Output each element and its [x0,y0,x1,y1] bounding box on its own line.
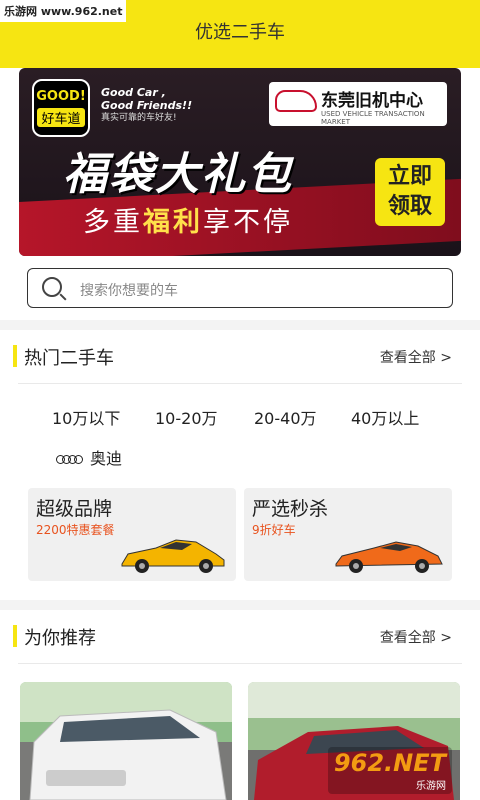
partner-brand: 东莞旧机中心 USED VEHICLE TRANSACTION MARKET [269,82,447,126]
slogan-cn: 真实可靠的车好友! [101,113,177,123]
logo-good-text: GOOD! [36,89,86,104]
partner-brand-en: USED VEHICLE TRANSACTION MARKET [321,110,425,126]
promo-subtitle: 2200特惠套餐 [36,523,115,537]
slogan-line1: Good Car , [101,86,166,99]
slogan-line2: Good Friends!! [101,99,193,112]
watermark-brand: 962.NET [333,749,446,777]
hot-section-title: 热门二手车 [24,348,114,369]
banner-slogan: Good Car , Good Friends!! 真实可靠的车好友! [101,86,192,125]
promo-banner[interactable]: GOOD! 好车道 Good Car , Good Friends!! 真实可靠… [19,68,461,256]
recommend-section-title: 为你推荐 [24,628,96,649]
divider [18,663,462,664]
promo-title: 超级品牌 [36,498,113,520]
sub-prefix: 多重 [83,207,143,238]
price-filter-10-20w[interactable]: 10-20万 [155,405,218,429]
search-placeholder: 搜索你想要的车 [80,283,178,299]
car-logo-icon [275,90,317,112]
sports-car-icon [121,539,225,573]
logo-cn-text: 好车道 [37,108,85,127]
suv-photo-image [20,682,232,800]
promo-card-flash-sale[interactable]: 严选秒杀 9折好车 [244,488,452,581]
promo-title: 严选秒杀 [252,498,329,520]
section-marker [13,625,17,647]
banner-subheadline: 多重福利享不停 [83,200,293,239]
car-listing-photo[interactable]: 962.NET 乐游网 [248,682,460,800]
brand-filter-label: 奥迪 [90,449,123,468]
hot-view-all-link[interactable]: 查看全部 > [380,347,452,367]
app-logo: GOOD! 好车道 [32,79,90,137]
sub-suffix: 享不停 [203,207,293,238]
price-filter-over-40w[interactable]: 40万以上 [351,405,419,429]
divider [18,383,462,384]
promo-card-super-brand[interactable]: 超级品牌 2200特惠套餐 [28,488,236,581]
brand-filter-audi[interactable]: 奥迪 [56,445,122,469]
brand-watermark: 962.NET 乐游网 [327,747,452,794]
sub-highlight: 福利 [143,207,203,238]
price-filter-20-40w[interactable]: 20-40万 [254,405,317,429]
partner-brand-name: 东莞旧机中心 [321,91,423,111]
watermark-sub: 乐游网 [416,781,446,792]
promo-subtitle: 9折好车 [252,523,296,537]
audi-logo-icon [56,454,83,465]
banner-headline: 福袋大礼包 [63,149,293,200]
recommend-view-all-link[interactable]: 查看全部 > [380,627,452,647]
claim-button[interactable]: 立即 领取 [375,158,445,226]
claim-line2: 领取 [387,194,432,219]
section-marker [13,345,17,367]
sports-car-icon [335,541,443,573]
search-input[interactable]: 搜索你想要的车 [27,268,453,308]
car-listing-photo[interactable] [20,682,232,800]
claim-line1: 立即 [387,164,432,189]
site-watermark: 乐游网 www.962.net [0,0,127,22]
search-icon [42,277,62,297]
price-filter-under-10w[interactable]: 10万以下 [52,405,120,429]
